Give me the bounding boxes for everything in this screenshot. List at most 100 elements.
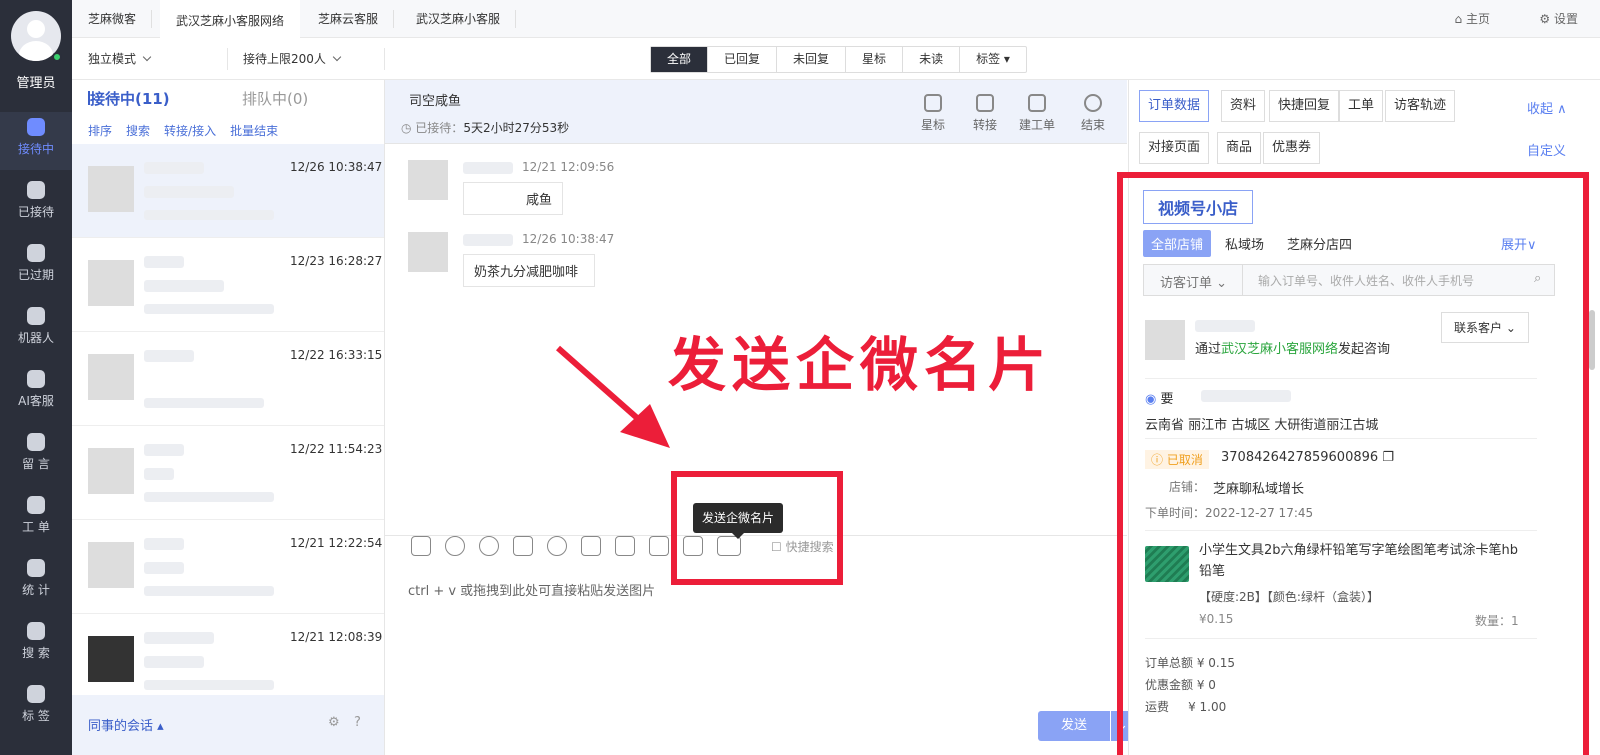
customer-avatar xyxy=(408,160,448,200)
status-badge: ⓘ 已取消 xyxy=(1145,450,1209,469)
left-nav: 管理员 接待中 已接待 已过期 机器人 AI客服 留 言 工 单 统 计 搜 索… xyxy=(0,0,72,755)
tab-coupons[interactable]: 优惠券 xyxy=(1263,132,1321,164)
home-link[interactable]: ⌂ 主页 xyxy=(1455,10,1490,27)
online-status-dot xyxy=(52,52,62,62)
avatar xyxy=(88,448,134,494)
search-button[interactable]: 搜索 xyxy=(126,122,150,139)
filter-replied[interactable]: 已回复 xyxy=(708,47,778,72)
avatar xyxy=(88,260,134,306)
conversation-item[interactable]: 12/22 16:33:15 xyxy=(72,332,384,426)
tab-quick-reply[interactable]: 快捷回复 xyxy=(1269,90,1340,122)
wait-duration: ◷ 已接待：5天2小时27分53秒 xyxy=(401,121,570,135)
star-button[interactable]: 星标 xyxy=(913,94,953,133)
tab-queue[interactable]: 排队中(0) xyxy=(242,88,308,109)
invite-icon[interactable] xyxy=(547,536,567,556)
conversation-item[interactable]: 12/21 12:08:39 xyxy=(72,614,384,708)
mode-dropdown[interactable]: 独立模式 xyxy=(88,50,152,67)
consult-source: 通过武汉芝麻小客服网络发起咨询 xyxy=(1195,342,1391,357)
nav-item-served[interactable]: 已接待 xyxy=(0,175,72,233)
history-icon[interactable] xyxy=(445,536,465,556)
workspace-tabs: 芝麻微客 武汉芝麻小客服网络 芝麻云客服 武汉芝麻小客服 ⌂ 主页 ⚙ 设置 xyxy=(72,0,1600,38)
filter-unreplied[interactable]: 未回复 xyxy=(777,47,847,72)
chevron-down-icon xyxy=(142,52,152,62)
image-icon[interactable] xyxy=(649,536,669,556)
avatar xyxy=(88,636,134,682)
tab-products[interactable]: 商品 xyxy=(1217,132,1262,164)
scissors-icon[interactable] xyxy=(513,536,533,556)
tab-connect-page[interactable]: 对接页面 xyxy=(1139,132,1210,164)
tab-order-data[interactable]: 订单数据 xyxy=(1139,90,1210,122)
nav-item-search[interactable]: 搜 索 xyxy=(0,616,72,674)
nav-item-serving[interactable]: 接待中 xyxy=(0,112,72,170)
nav-item-message[interactable]: 留 言 xyxy=(0,427,72,485)
avatar xyxy=(88,166,134,212)
conversation-item[interactable]: 12/23 16:28:27 xyxy=(72,238,384,332)
chart-icon[interactable] xyxy=(411,536,431,556)
expand-link[interactable]: 展开∨ xyxy=(1501,234,1537,253)
upload-icon[interactable] xyxy=(581,536,601,556)
end-chat-button[interactable]: 结束 xyxy=(1073,94,1113,133)
product-title[interactable]: 小学生文具2b六角绿杆铅笔写字笔绘图笔考试涂卡笔hb铅笔 xyxy=(1199,540,1529,582)
avatar xyxy=(88,354,134,400)
check-icon xyxy=(27,181,45,199)
conversation-item[interactable]: 12/26 10:38:47 xyxy=(72,144,384,238)
nav-item-stats[interactable]: 统 计 xyxy=(0,553,72,611)
create-ticket-button[interactable]: 建工单 xyxy=(1017,94,1057,133)
tab-ticket[interactable]: 工单 xyxy=(1339,90,1384,122)
nav-item-ai[interactable]: AI客服 xyxy=(0,364,72,422)
conversation-list: 接待中(11) 排队中(0) 排序 搜索 转接/接入 批量结束 12/26 10… xyxy=(72,80,385,755)
tab-serving[interactable]: 接待中(11) xyxy=(88,88,170,109)
customize-link[interactable]: 自定义 xyxy=(1527,140,1566,159)
colleague-conversations[interactable]: 同事的会话 ▴ ⚙ ? xyxy=(72,695,384,755)
collapse-link[interactable]: 收起 ∧ xyxy=(1527,98,1567,117)
store-name: 芝麻聊私域增长 xyxy=(1213,482,1305,497)
help-icon[interactable]: ? xyxy=(354,715,361,730)
tab-zhima-cloud[interactable]: 芝麻云客服 xyxy=(302,0,395,38)
nav-item-robot[interactable]: 机器人 xyxy=(0,301,72,359)
order-type-select[interactable]: 访客订单 ⌄ xyxy=(1160,272,1227,291)
tab-wuhan-network[interactable]: 武汉芝麻小客服网络 xyxy=(160,0,301,38)
shop-title: 视频号小店 xyxy=(1143,190,1254,224)
search-icon[interactable]: ⌕ xyxy=(1534,271,1541,286)
store-label: 店铺： xyxy=(1169,480,1206,494)
contact-customer-button[interactable]: 联系客户 ⌄ xyxy=(1441,312,1529,343)
status-filter: 全部 已回复 未回复 星标 未读 标签 ▾ xyxy=(650,46,1027,73)
transfer-button[interactable]: 转接/接入 xyxy=(164,122,216,139)
tab-wuhan-kefu[interactable]: 武汉芝麻小客服 xyxy=(400,0,517,38)
conversation-item[interactable]: 12/21 12:22:54 xyxy=(72,520,384,614)
nav-item-ticket[interactable]: 工 单 xyxy=(0,490,72,548)
address-text: 云南省 丽江市 古城区 大研街道丽江古城 xyxy=(1145,418,1379,433)
ai-icon xyxy=(27,370,45,388)
filter-starred[interactable]: 星标 xyxy=(846,47,904,72)
tag-icon xyxy=(27,685,45,703)
chat-icon xyxy=(27,118,45,136)
filter-tags[interactable]: 标签 ▾ xyxy=(960,47,1026,72)
order-discount: 优惠金额 ¥ 0 xyxy=(1145,678,1216,692)
product-image xyxy=(1145,546,1189,582)
gear-icon[interactable]: ⚙ xyxy=(328,715,340,730)
batch-end-button[interactable]: 批量结束 xyxy=(230,122,278,139)
scrollbar[interactable] xyxy=(1589,310,1595,370)
order-total: 订单总额 ¥ 0.15 xyxy=(1145,656,1235,670)
tab-profile[interactable]: 资料 xyxy=(1221,90,1266,122)
filter-all[interactable]: 全部 xyxy=(651,47,709,72)
sort-button[interactable]: 排序 xyxy=(88,122,112,139)
settings-link[interactable]: ⚙ 设置 xyxy=(1539,10,1578,27)
inbox-icon[interactable] xyxy=(615,536,635,556)
order-search-input[interactable]: 输入订单号、收件人姓名、收件人手机号 xyxy=(1258,272,1508,289)
emoji-icon[interactable] xyxy=(479,536,499,556)
limit-dropdown[interactable]: 接待上限200人 xyxy=(243,50,342,67)
transfer-chat-button[interactable]: 转接 xyxy=(965,94,1005,133)
tab-visitor-track[interactable]: 访客轨迹 xyxy=(1385,90,1456,122)
filter-unread[interactable]: 未读 xyxy=(903,47,961,72)
conversation-item[interactable]: 12/22 11:54:23 xyxy=(72,426,384,520)
nav-item-tag[interactable]: 标 签 xyxy=(0,679,72,737)
shop-tab-branch[interactable]: 芝麻分店四 xyxy=(1287,234,1352,253)
shop-tab-all[interactable]: 全部店铺 xyxy=(1143,230,1212,257)
tab-zhima-weike[interactable]: 芝麻微客 xyxy=(72,0,153,38)
shop-tab-private[interactable]: 私域场 xyxy=(1225,234,1264,253)
copy-icon[interactable]: ❐ xyxy=(1382,450,1394,465)
right-panel: 订单数据 资料 快捷回复 工单 访客轨迹 收起 ∧ 对接页面 商品 优惠券 自定… xyxy=(1117,80,1600,755)
message-input[interactable]: ctrl + v 或拖拽到此处可直接粘贴发送图片 xyxy=(408,580,655,599)
nav-item-expired[interactable]: 已过期 xyxy=(0,238,72,296)
